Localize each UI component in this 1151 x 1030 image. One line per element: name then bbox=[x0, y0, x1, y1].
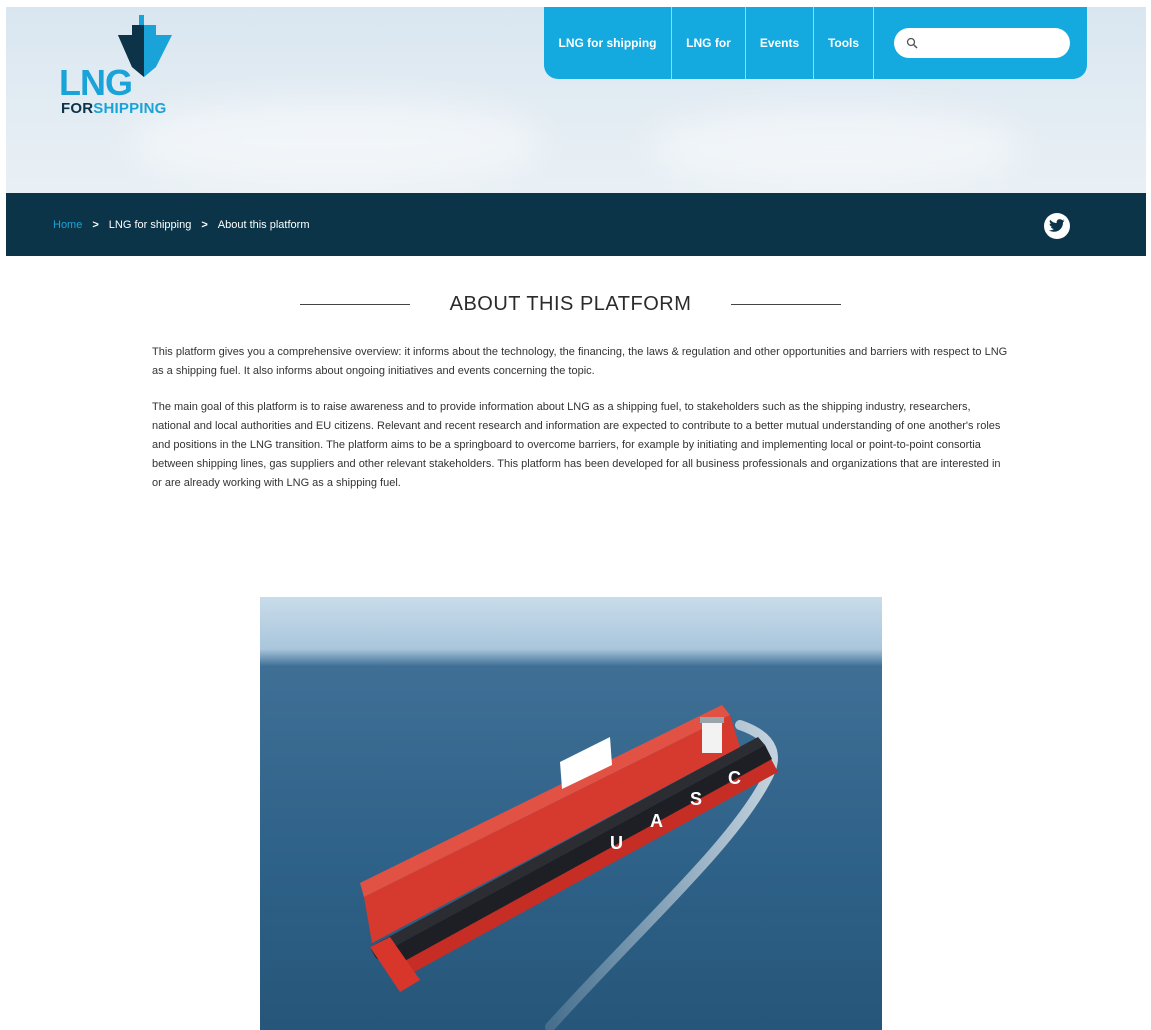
twitter-button[interactable] bbox=[1044, 213, 1070, 239]
breadcrumb-separator: > bbox=[92, 218, 99, 231]
twitter-icon bbox=[1049, 219, 1065, 232]
logo-text-shipping: SHIPPING bbox=[93, 100, 167, 117]
title-divider-left bbox=[300, 303, 410, 305]
logo-text-for: FOR bbox=[61, 100, 94, 117]
hull-letter: A bbox=[650, 811, 663, 831]
breadcrumb-separator: > bbox=[201, 218, 208, 231]
search-box[interactable] bbox=[894, 28, 1070, 58]
page-content: This platform gives you a comprehensive … bbox=[152, 343, 1012, 510]
ship-illustration: U A S C bbox=[260, 597, 882, 1030]
page-title-row: ABOUT THIS PLATFORM bbox=[300, 288, 841, 320]
breadcrumb-lng-for-shipping-link[interactable]: LNG for shipping bbox=[109, 219, 192, 231]
hull-letter: C bbox=[728, 768, 741, 788]
breadcrumb: Home > LNG for shipping > About this pla… bbox=[53, 193, 309, 256]
search-icon[interactable] bbox=[906, 37, 918, 49]
nav-item-events[interactable]: Events bbox=[746, 7, 814, 79]
container-ship-photo: U A S C bbox=[260, 597, 882, 1030]
nav-item-tools[interactable]: Tools bbox=[814, 7, 874, 79]
goal-paragraph: The main goal of this platform is to rai… bbox=[152, 401, 1001, 489]
sky-cloud bbox=[126, 97, 546, 187]
sky-cloud bbox=[646, 107, 1026, 187]
hero-header: LNG FORSHIPPING LNG for shipping LNG for… bbox=[6, 7, 1146, 193]
site-logo[interactable]: LNG FORSHIPPING bbox=[59, 15, 189, 125]
breadcrumb-bar: Home > LNG for shipping > About this pla… bbox=[6, 193, 1146, 256]
hull-letter: S bbox=[690, 789, 702, 809]
breadcrumb-current: About this platform bbox=[217, 218, 310, 231]
logo-text-lng: LNG bbox=[59, 62, 133, 103]
nav-item-lng-for[interactable]: LNG for bbox=[672, 7, 746, 79]
search-input[interactable] bbox=[924, 35, 1068, 51]
main-nav: LNG for shipping LNG for Events Tools bbox=[544, 7, 1087, 79]
logo-text-sub: FORSHIPPING bbox=[61, 101, 167, 117]
hull-letter: U bbox=[610, 833, 623, 853]
page-title: ABOUT THIS PLATFORM bbox=[449, 292, 692, 315]
intro-paragraph: This platform gives you a comprehensive … bbox=[152, 346, 1008, 377]
breadcrumb-home-link[interactable]: Home bbox=[53, 219, 82, 231]
nav-item-lng-for-shipping[interactable]: LNG for shipping bbox=[544, 7, 672, 79]
title-divider-right bbox=[730, 303, 841, 305]
